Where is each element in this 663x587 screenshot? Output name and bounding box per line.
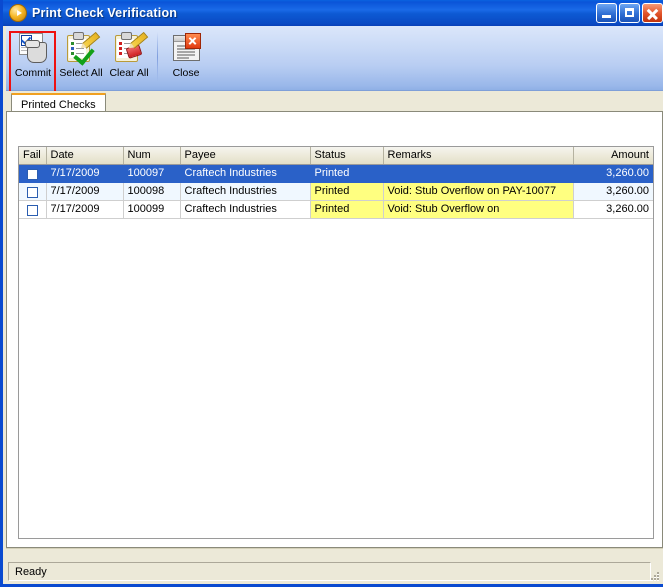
title-bar[interactable]: Print Check Verification: [3, 0, 663, 26]
row-num: 100099: [123, 200, 181, 219]
tab-page-printed-checks: Fail Date Num Payee Status Remarks Amoun…: [6, 111, 663, 548]
row-remarks: Void: Stub Overflow on: [383, 200, 574, 219]
commit-button[interactable]: Commit: [9, 26, 57, 88]
column-header-amount[interactable]: Amount: [573, 147, 653, 165]
close-window-icon: [170, 31, 202, 63]
column-header-status[interactable]: Status: [310, 147, 384, 165]
toolbar: Commit Select All Clear All Close: [6, 26, 663, 93]
column-header-date[interactable]: Date: [46, 147, 124, 165]
close-button[interactable]: [642, 3, 663, 23]
row-status: Printed: [310, 164, 384, 183]
row-status: Printed: [310, 200, 384, 219]
row-amount: 3,260.00: [573, 164, 653, 183]
row-amount: 3,260.00: [573, 182, 653, 201]
row-date: 7/17/2009: [46, 164, 124, 183]
column-header-remarks[interactable]: Remarks: [383, 147, 574, 165]
row-fail-checkbox-cell[interactable]: [19, 182, 47, 201]
minimize-button[interactable]: [596, 3, 617, 23]
commit-button-label: Commit: [14, 67, 52, 79]
row-status: Printed: [310, 182, 384, 201]
select-all-button-label: Select All: [59, 67, 103, 79]
grid-header-row: Fail Date Num Payee Status Remarks Amoun…: [19, 147, 653, 165]
row-payee: Craftech Industries: [180, 182, 311, 201]
clear-all-button-label: Clear All: [109, 67, 149, 79]
tab-strip: Printed Checks: [6, 91, 663, 112]
select-all-icon: [65, 31, 101, 66]
row-payee: Craftech Industries: [180, 164, 311, 183]
tab-printed-checks-label: Printed Checks: [21, 98, 96, 111]
row-num: 100097: [123, 164, 181, 183]
status-message: Ready: [15, 565, 47, 578]
row-remarks: Void: Stub Overflow on PAY-10077: [383, 182, 574, 201]
row-fail-checkbox-cell[interactable]: [19, 164, 47, 183]
resize-grip-icon[interactable]: [647, 569, 661, 583]
toolbar-separator: [157, 32, 158, 82]
row-num: 100098: [123, 182, 181, 201]
fail-checkbox[interactable]: [26, 205, 38, 216]
close-toolbar-button-label: Close: [172, 67, 200, 79]
clear-all-button[interactable]: Clear All: [105, 26, 153, 88]
row-date: 7/17/2009: [46, 182, 124, 201]
select-all-button[interactable]: Select All: [57, 26, 105, 88]
maximize-button[interactable]: [619, 3, 640, 23]
column-header-fail[interactable]: Fail: [19, 147, 47, 165]
row-remarks: [383, 164, 574, 183]
tab-printed-checks[interactable]: Printed Checks: [11, 93, 106, 112]
fail-checkbox[interactable]: [26, 169, 38, 180]
row-amount: 3,260.00: [573, 200, 653, 219]
clear-all-icon: [113, 31, 149, 63]
printed-checks-grid[interactable]: Fail Date Num Payee Status Remarks Amoun…: [18, 146, 654, 539]
row-date: 7/17/2009: [46, 200, 124, 219]
table-row[interactable]: 7/17/2009 100098 Craftech Industries Pri…: [19, 182, 653, 201]
row-fail-checkbox-cell[interactable]: [19, 200, 47, 219]
table-row[interactable]: 7/17/2009 100097 Craftech Industries Pri…: [19, 164, 653, 183]
fail-checkbox[interactable]: [26, 187, 38, 198]
table-row[interactable]: 7/17/2009 100099 Craftech Industries Pri…: [19, 200, 653, 219]
window-title: Print Check Verification: [32, 6, 178, 20]
window-controls: [596, 3, 663, 23]
column-header-num[interactable]: Num: [123, 147, 181, 165]
status-message-panel: Ready: [8, 562, 651, 581]
status-bar: Ready: [6, 548, 663, 584]
close-toolbar-button[interactable]: Close: [162, 26, 210, 88]
column-header-payee[interactable]: Payee: [180, 147, 311, 165]
application-window: Print Check Verification Commit Select A…: [0, 0, 663, 587]
row-payee: Craftech Industries: [180, 200, 311, 219]
commit-icon: [17, 31, 49, 63]
app-circle-arrow-icon: [9, 4, 27, 22]
